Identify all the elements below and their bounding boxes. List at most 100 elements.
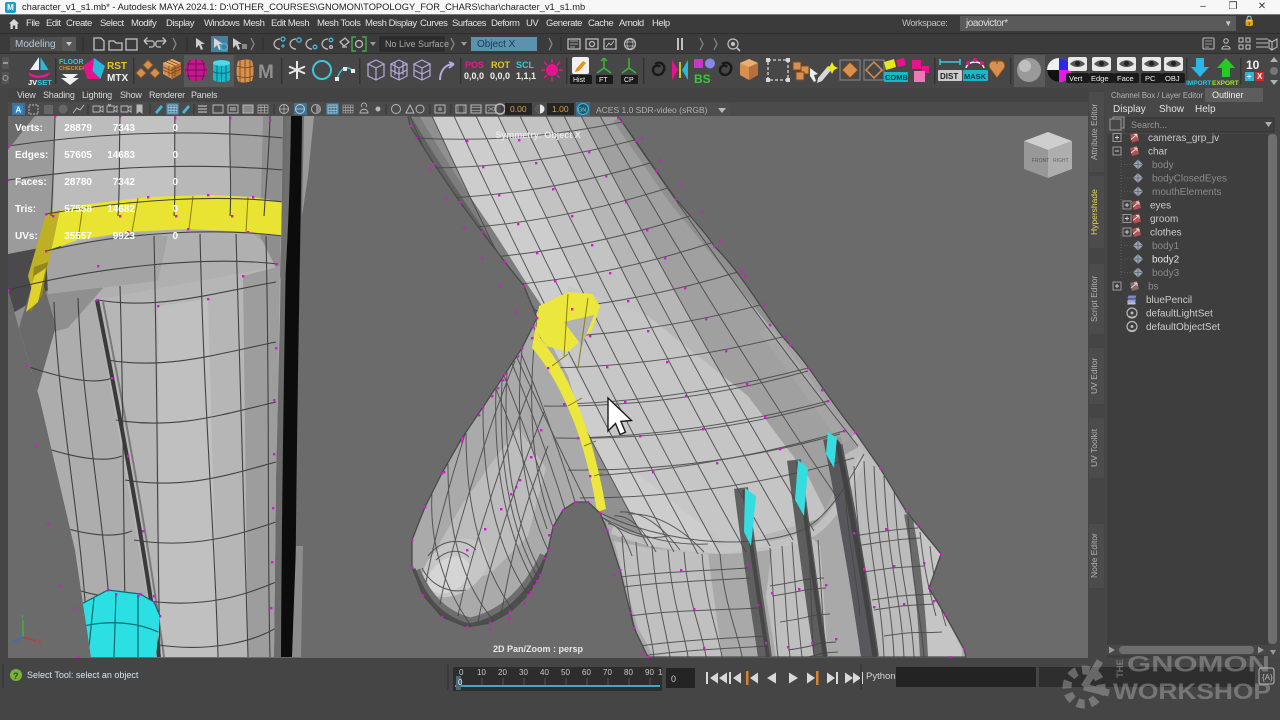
svg-text:char: char <box>1148 147 1168 158</box>
svg-text:Display: Display <box>1113 104 1146 115</box>
svg-text:M: M <box>258 62 274 83</box>
svg-text:10: 10 <box>1246 58 1260 72</box>
svg-text:0: 0 <box>172 177 178 188</box>
svg-text:JVSET: JVSET <box>28 78 52 87</box>
svg-text:BS: BS <box>694 72 711 86</box>
svg-text:COMB: COMB <box>885 73 908 82</box>
svg-text:Vert: Vert <box>1069 74 1083 83</box>
svg-text:RST: RST <box>107 61 127 72</box>
svg-text:A: A <box>16 106 22 115</box>
svg-text:28879: 28879 <box>64 123 92 134</box>
svg-text:Y: Y <box>20 614 25 621</box>
svg-text:Show: Show <box>1159 104 1185 115</box>
svg-text:14683: 14683 <box>107 150 135 161</box>
svg-text:Edges:: Edges: <box>15 150 48 161</box>
svg-text:FLOOR: FLOOR <box>59 59 84 66</box>
svg-text:90: 90 <box>645 668 654 677</box>
svg-text:Channel Box / Layer Editor: Channel Box / Layer Editor <box>1111 90 1203 100</box>
svg-text:FT: FT <box>599 77 608 84</box>
svg-text:DIST: DIST <box>940 72 958 81</box>
svg-text:Search...: Search... <box>1131 120 1167 130</box>
svg-text:Outliner: Outliner <box>1212 90 1244 100</box>
svg-text:Python: Python <box>866 671 896 682</box>
svg-text:X: X <box>1257 72 1263 81</box>
svg-text:body3: body3 <box>1152 268 1180 279</box>
svg-text:Modeling: Modeling <box>15 39 56 50</box>
svg-text:THE: THE <box>1115 659 1126 678</box>
svg-text:CHECKER: CHECKER <box>59 66 86 72</box>
svg-text:Edge: Edge <box>1091 74 1109 83</box>
svg-text:57605: 57605 <box>64 150 92 161</box>
svg-text:Hist: Hist <box>573 77 585 84</box>
svg-text:ACES 1.0 SDR-video (sRGB): ACES 1.0 SDR-video (sRGB) <box>596 105 708 115</box>
svg-text:EXPORT: EXPORT <box>1212 80 1239 87</box>
svg-text:MASK: MASK <box>964 72 987 81</box>
svg-text:POS: POS <box>465 60 484 70</box>
svg-text:40: 40 <box>540 668 549 677</box>
svg-text:Symmetry: Object X: Symmetry: Object X <box>495 130 581 140</box>
svg-text:0: 0 <box>459 668 464 677</box>
svg-text:20: 20 <box>498 668 507 677</box>
svg-text:WORKSHOP: WORKSHOP <box>1113 679 1271 704</box>
svg-text:bodyClosedEyes: bodyClosedEyes <box>1152 174 1227 185</box>
svg-text:7342: 7342 <box>113 177 136 188</box>
svg-text:defaultObjectSet: defaultObjectSet <box>1146 322 1220 333</box>
svg-text:0,0,0: 0,0,0 <box>490 71 510 81</box>
svg-text:70: 70 <box>603 668 612 677</box>
svg-text:OBJ: OBJ <box>1165 74 1180 83</box>
svg-text:body2: body2 <box>1152 255 1180 266</box>
svg-text:0: 0 <box>172 123 178 134</box>
svg-text:UVs:: UVs: <box>15 231 38 242</box>
svg-text:0: 0 <box>172 150 178 161</box>
svg-text:0: 0 <box>172 204 178 215</box>
svg-text:Help: Help <box>1195 104 1216 115</box>
svg-text:ROT: ROT <box>491 60 511 70</box>
svg-text:?: ? <box>13 671 19 681</box>
svg-text:body1: body1 <box>1152 241 1180 252</box>
svg-text:0: 0 <box>458 678 463 687</box>
svg-text:MTX: MTX <box>107 73 128 84</box>
svg-text:defaultLightSet: defaultLightSet <box>1146 309 1213 320</box>
svg-text:Face: Face <box>1117 74 1134 83</box>
svg-text:Verts:: Verts: <box>15 123 43 134</box>
svg-text:clothes: clothes <box>1150 228 1182 239</box>
svg-text:0: 0 <box>671 674 676 684</box>
svg-text:0: 0 <box>172 231 178 242</box>
svg-text:RIGHT: RIGHT <box>1053 158 1069 164</box>
svg-text:bluePencil: bluePencil <box>1146 295 1192 306</box>
svg-text:SCL: SCL <box>516 60 535 70</box>
svg-text:GN: GN <box>578 108 586 114</box>
svg-text:÷: ÷ <box>1247 72 1252 81</box>
svg-text:0,0,0: 0,0,0 <box>464 71 484 81</box>
svg-text:Faces:: Faces: <box>15 177 47 188</box>
svg-text:30: 30 <box>519 668 528 677</box>
svg-text:0.00: 0.00 <box>510 104 527 114</box>
svg-text:X: X <box>37 639 42 646</box>
svg-text:PC: PC <box>1145 74 1156 83</box>
svg-text:1: 1 <box>658 668 663 677</box>
svg-text:Object X: Object X <box>477 39 516 50</box>
svg-text:1,1,1: 1,1,1 <box>516 71 536 81</box>
svg-text:FRONT: FRONT <box>1032 158 1049 164</box>
svg-text:Select Tool: select an object: Select Tool: select an object <box>27 670 139 680</box>
svg-text:mouthElements: mouthElements <box>1152 187 1221 198</box>
svg-text:bs: bs <box>1148 282 1159 293</box>
svg-text:groom: groom <box>1150 214 1178 225</box>
svg-text:50: 50 <box>561 668 570 677</box>
svg-text:GNOMON: GNOMON <box>1127 652 1270 677</box>
svg-text:10: 10 <box>477 668 486 677</box>
svg-text:1.00: 1.00 <box>552 104 569 114</box>
svg-text:7343: 7343 <box>113 123 136 134</box>
svg-text:60: 60 <box>582 668 591 677</box>
svg-text:9923: 9923 <box>113 231 136 242</box>
svg-text:body: body <box>1152 160 1174 171</box>
svg-text:57558: 57558 <box>64 204 92 215</box>
svg-text:80: 80 <box>624 668 633 677</box>
svg-text:14682: 14682 <box>107 204 135 215</box>
svg-text:cameras_grp_jv: cameras_grp_jv <box>1148 133 1219 144</box>
svg-text:No Live Surface: No Live Surface <box>385 39 449 49</box>
svg-text:28780: 28780 <box>64 177 92 188</box>
svg-text:Tris:: Tris: <box>15 204 36 215</box>
svg-text:IMPORT: IMPORT <box>1186 80 1211 87</box>
svg-text:2D Pan/Zoom : persp: 2D Pan/Zoom : persp <box>493 644 584 654</box>
